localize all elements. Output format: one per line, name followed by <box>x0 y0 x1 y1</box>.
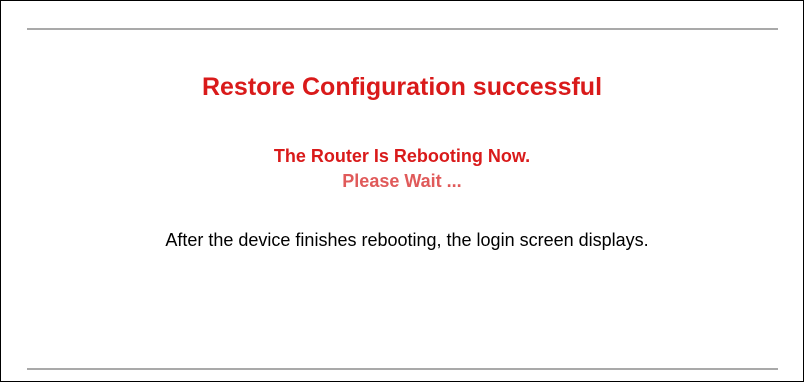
top-divider <box>27 28 778 30</box>
status-panel: Restore Configuration successful The Rou… <box>0 0 804 382</box>
please-wait-notice: Please Wait ... <box>342 171 462 191</box>
page-title: Restore Configuration successful <box>201 73 603 101</box>
info-message: After the device finishes rebooting, the… <box>165 230 649 250</box>
rebooting-notice: The Router Is Rebooting Now. <box>273 146 531 166</box>
bottom-divider <box>27 368 778 370</box>
